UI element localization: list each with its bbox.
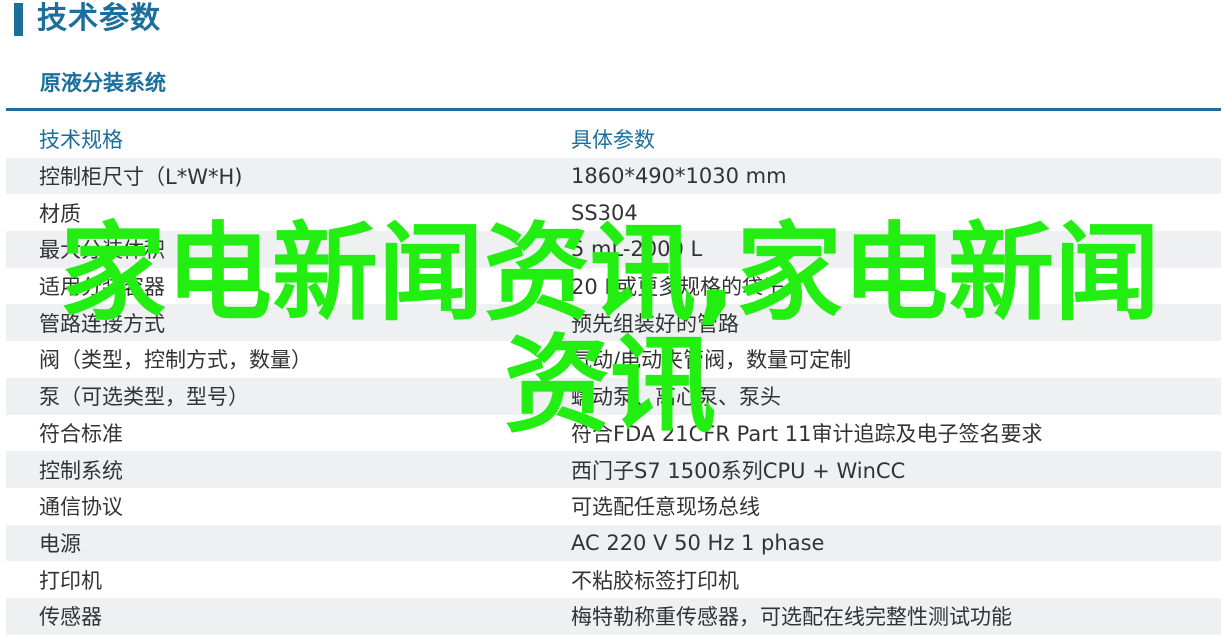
spec-value-cell: 蠕动泵、离心泵、泵头	[571, 377, 1221, 415]
spec-value-cell: SS304	[571, 200, 638, 225]
spec-name-cell: 传感器	[6, 597, 571, 635]
spec-name-cell: 材质	[39, 201, 81, 226]
table-row: 阀（类型，控制方式，数量） 气动/电动夹管阀，数量可定制	[6, 341, 1221, 378]
spec-name-cell: 泵（可选类型，型号）	[6, 377, 571, 415]
table-row: 最大分装体积 5 mL-2000 L	[6, 231, 1221, 268]
table-row: 电源 AC 220 V 50 Hz 1 phase	[6, 524, 1221, 562]
spec-name-cell: 最大分装体积	[6, 231, 571, 268]
spec-name-cell: 适用分装容器	[39, 275, 165, 300]
table-header-row: 技术规格 具体参数	[6, 121, 1221, 158]
spec-name-cell: 控制柜尺寸（L*W*H)	[6, 157, 571, 195]
table-row: 符合标准 符合FDA 21CFR Part 11审计追踪及电子签名要求	[6, 415, 1221, 452]
spec-name-cell: 阀（类型，控制方式，数量）	[39, 348, 312, 373]
table-row: 管路连接方式 预先组装好的管路	[6, 304, 1221, 342]
table-row: 打印机 不粘胶标签打印机	[6, 561, 1221, 598]
spec-value-cell: 20 L或更多规格的袋子	[571, 275, 785, 300]
spec-value-cell: 符合FDA 21CFR Part 11审计追踪及电子签名要求	[571, 421, 1043, 446]
spec-value-cell: 西门子S7 1500系列CPU + WinCC	[571, 451, 1221, 488]
spec-name-cell: 符合标准	[39, 421, 123, 446]
spec-table: 技术规格 具体参数 控制柜尺寸（L*W*H) 1860*490*1030 mm 材质…	[6, 121, 1221, 635]
table-row: 材质 SS304	[6, 194, 1221, 231]
column-header-value: 具体参数	[571, 128, 655, 153]
page-title: 技术参数	[37, 1, 161, 36]
title-accent-bar	[14, 3, 23, 36]
spec-value-cell: 1860*490*1030 mm	[571, 157, 1221, 195]
table-row: 通信协议 可选配任意现场总线	[6, 488, 1221, 525]
spec-value-cell: 梅特勒称重传感器，可选配在线完整性测试功能	[571, 597, 1221, 635]
spec-value-cell: 5 mL-2000 L	[571, 231, 1221, 268]
table-row: 传感器 梅特勒称重传感器，可选配在线完整性测试功能	[6, 597, 1221, 635]
spec-name-cell: 控制系统	[6, 451, 571, 488]
spec-value-cell: AC 220 V 50 Hz 1 phase	[571, 524, 1221, 562]
spec-value-cell: 可选配任意现场总线	[571, 495, 760, 520]
spec-value-cell: 气动/电动夹管阀，数量可定制	[571, 348, 852, 373]
spec-name-cell: 打印机	[39, 568, 102, 593]
column-header-spec: 技术规格	[39, 128, 123, 153]
spec-value-cell: 不粘胶标签打印机	[571, 568, 739, 593]
table-row: 控制系统 西门子S7 1500系列CPU + WinCC	[6, 451, 1221, 488]
table-row: 适用分装容器 20 L或更多规格的袋子	[6, 268, 1221, 305]
table-row: 泵（可选类型，型号） 蠕动泵、离心泵、泵头	[6, 377, 1221, 415]
spec-value-cell: 预先组装好的管路	[571, 304, 1221, 342]
section-divider	[6, 108, 1221, 111]
table-row: 控制柜尺寸（L*W*H) 1860*490*1030 mm	[6, 157, 1221, 195]
spec-name-cell: 管路连接方式	[6, 304, 571, 342]
spec-name-cell: 通信协议	[39, 495, 123, 520]
spec-name-cell: 电源	[6, 524, 571, 562]
section-title: 原液分装系统	[40, 71, 166, 95]
spec-table-body: 技术规格 具体参数 控制柜尺寸（L*W*H) 1860*490*1030 mm 材质…	[6, 121, 1221, 635]
